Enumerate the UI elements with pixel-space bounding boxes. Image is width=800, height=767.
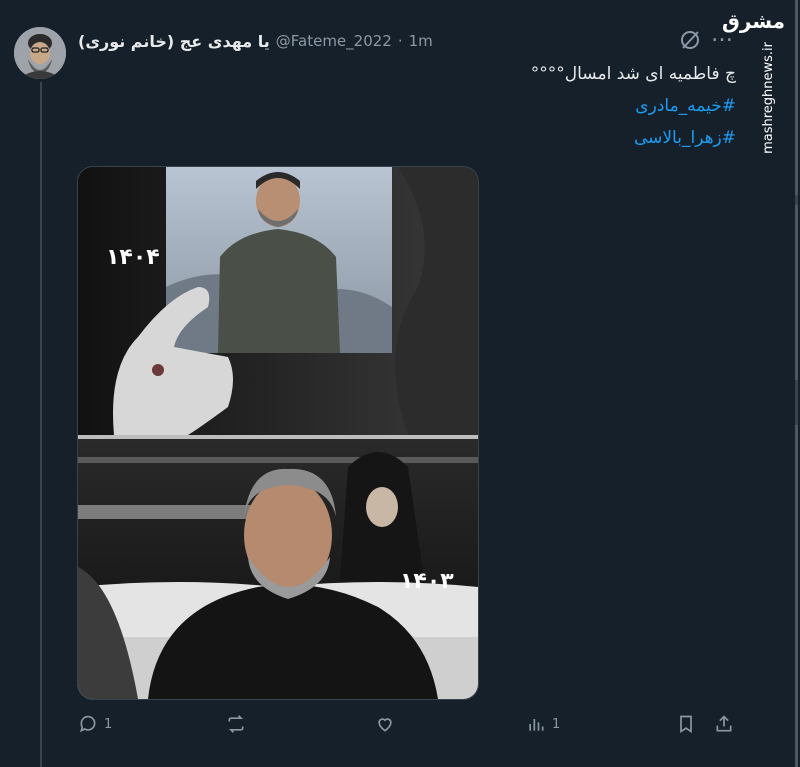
reply-button[interactable]: 1: [78, 714, 112, 734]
watermark-site: mashreghnews.ir: [761, 42, 776, 154]
tweet-header: یا مهدی عج (خانم نوری) @Fateme_2022 · 1m: [78, 30, 433, 52]
timestamp[interactable]: 1m: [409, 32, 433, 50]
share-icon: [716, 715, 732, 732]
views-button[interactable]: 1: [526, 714, 560, 734]
separator-dot: ·: [397, 32, 403, 50]
retweet-button[interactable]: [226, 714, 252, 734]
tweet-text: چ فاطمیه ای شد امسال°°°° #خیمه_مادری #زه…: [136, 58, 736, 154]
hashtag-link[interactable]: #زهرا_بالاسی: [136, 122, 736, 154]
views-count: 1: [552, 716, 561, 732]
like-button[interactable]: [375, 714, 401, 734]
tweet-body: چ فاطمیه ای شد امسال°°°°: [530, 64, 736, 84]
year-label-bottom: ۱۴۰۳: [400, 569, 454, 594]
heart-icon: [378, 718, 392, 732]
share-button[interactable]: [714, 714, 734, 734]
year-label-top: ۱۴۰۴: [106, 245, 160, 270]
avatar[interactable]: [14, 27, 66, 79]
tweet-card[interactable]: یا مهدی عج (خانم نوری) @Fateme_2022 · 1m…: [0, 0, 800, 767]
hashtag-link[interactable]: #خیمه_مادری: [136, 90, 736, 122]
action-bar: 1 1: [78, 714, 738, 742]
retweet-icon: [228, 715, 244, 733]
thread-line: [40, 82, 42, 767]
views-bar-icon: [529, 719, 544, 731]
display-name[interactable]: یا مهدی عج (خانم نوری): [78, 32, 270, 51]
tweet-image[interactable]: ۱۴۰۴ ۱۴۰۳: [77, 166, 479, 700]
bookmark-button[interactable]: [676, 714, 696, 734]
grok-icon[interactable]: [679, 29, 701, 51]
bookmark-icon: [680, 715, 692, 734]
reply-count: 1: [104, 716, 113, 732]
user-handle[interactable]: @Fateme_2022: [276, 32, 392, 50]
watermark-logo: مشرق: [722, 9, 786, 33]
scrollbar[interactable]: [795, 0, 798, 767]
reply-icon: [80, 715, 96, 733]
